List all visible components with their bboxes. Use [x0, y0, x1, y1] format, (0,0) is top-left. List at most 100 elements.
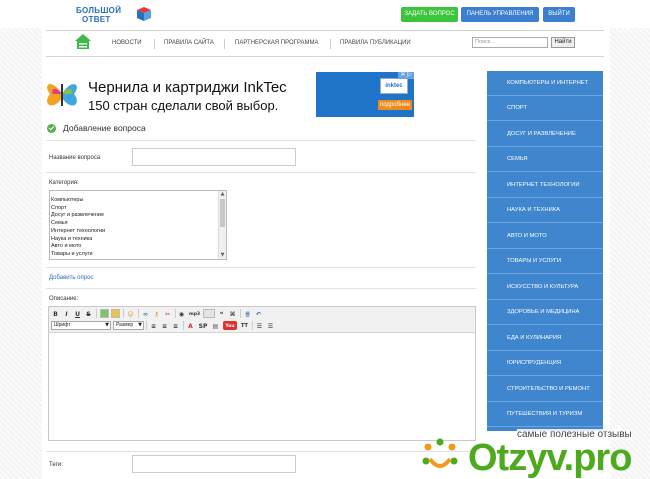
sidebar-item-law[interactable]: ЮРИСПРУДЕНЦИЯ [487, 351, 603, 376]
italic-icon[interactable]: I [62, 309, 71, 318]
format-icon[interactable]: ▤ [211, 321, 220, 330]
site-logo[interactable]: БОЛЬШОЙ ОТВЕТ [76, 4, 166, 26]
sidebar-item-auto[interactable]: АВТО И МОТО [487, 224, 603, 249]
chevron-down-icon: ▼ [138, 322, 142, 328]
category-sidebar: КОМПЬЮТЕРЫ И ИНТЕРНЕТ СПОРТ ДОСУГ И РАЗВ… [487, 71, 603, 431]
folder-icon[interactable] [111, 309, 120, 318]
unlink-icon[interactable]: ✂ [163, 309, 172, 318]
editor-toolbar: B I U S ☺ ∞ ⚷ ✂ ◉ mp3 ❝ ⌘ ≣ ↶ Шрифт ▼ Ра… [49, 307, 475, 333]
ad-banner[interactable]: Чернила и картриджи InkTec 150 стран сде… [44, 72, 414, 117]
toolbar-separator [123, 309, 124, 318]
toolbar-separator [96, 309, 97, 318]
spoiler-icon[interactable]: SP [197, 321, 209, 330]
text-color-icon[interactable]: A [186, 321, 195, 330]
toolbar-separator [252, 321, 253, 330]
align-left-icon[interactable]: ≡ [149, 321, 158, 330]
undo-icon[interactable]: ↶ [254, 309, 263, 318]
control-panel-button[interactable]: ПАНЕЛЬ УПРАВЛЕНИЯ [461, 7, 539, 22]
key-icon[interactable]: ⚷ [152, 309, 161, 318]
quote-icon[interactable]: ❝ [217, 309, 226, 318]
logout-button[interactable]: ВЫЙТИ [543, 7, 575, 22]
top-bar: БОЛЬШОЙ ОТВЕТ ЗАДАТЬ ВОПРОС ПАНЕЛЬ УПРАВ… [0, 0, 650, 28]
nav-item-partner-program[interactable]: ПАРТНЕРСКАЯ ПРОГРАММА [235, 40, 319, 46]
category-option[interactable]: Семья [51, 220, 105, 228]
youtube-icon[interactable]: You [223, 321, 237, 330]
image-icon[interactable] [100, 309, 109, 318]
main-nav: НОВОСТИ ПРАВИЛА САЙТА ПАРТНЕРСКАЯ ПРОГРА… [46, 31, 604, 56]
smiley-icon[interactable]: ☺ [126, 309, 135, 318]
ad-title: Чернила и картриджи InkTec [88, 79, 287, 96]
align-right-icon[interactable]: ≡ [171, 321, 180, 330]
teletype-icon[interactable]: TT [239, 321, 250, 330]
rich-text-editor[interactable]: B I U S ☺ ∞ ⚷ ✂ ◉ mp3 ❝ ⌘ ≣ ↶ Шрифт ▼ Ра… [48, 306, 476, 441]
category-option[interactable]: Наука и техника [51, 236, 105, 244]
otzyv-watermark: самые полезные отзывы Otzyv.pro [418, 427, 650, 479]
strikethrough-icon[interactable]: S [84, 309, 93, 318]
nav-item-publication-rules[interactable]: ПРАВИЛА ПУБЛИКАЦИИ [340, 40, 411, 46]
ask-question-button[interactable]: ЗАДАТЬ ВОПРОС [401, 7, 458, 22]
sidebar-item-travel[interactable]: ПУТЕШЕСТВИЯ И ТУРИЗМ [487, 402, 603, 427]
category-option[interactable]: Авто и мото [51, 243, 105, 251]
logo-text-line2: ОТВЕТ [82, 15, 111, 24]
list-icon[interactable]: ≣ [243, 309, 252, 318]
size-select[interactable]: Размер ▼ [113, 321, 144, 330]
search-input[interactable]: Поиск... [472, 37, 548, 48]
logo-cube-icon [137, 7, 151, 21]
divider [46, 288, 476, 289]
size-select-value: Размер [116, 322, 134, 328]
check-icon [47, 124, 56, 133]
sidebar-item-goods[interactable]: ТОВАРЫ И УСЛУГИ [487, 249, 603, 274]
link-icon[interactable]: ∞ [141, 309, 150, 318]
sidebar-item-health[interactable]: ЗДОРОВЬЕ И МЕДИЦИНА [487, 300, 603, 325]
scroll-down-icon[interactable]: ▼ [219, 252, 226, 259]
scroll-up-icon[interactable]: ▲ [219, 191, 226, 198]
sidebar-item-sport[interactable]: СПОРТ [487, 96, 603, 121]
scrollbar-thumb[interactable] [220, 199, 225, 227]
mp3-icon[interactable]: mp3 [188, 309, 201, 318]
search-button[interactable]: Найти [551, 37, 575, 48]
sidebar-item-food[interactable]: ЕДА И КУЛИНАРИЯ [487, 326, 603, 351]
sidebar-item-leisure[interactable]: ДОСУГ И РАЗВЛЕЧЕНИЕ [487, 122, 603, 147]
toolbar-separator [183, 321, 184, 330]
home-icon[interactable] [74, 33, 92, 51]
category-option[interactable]: Досуг и развлечение [51, 212, 105, 220]
tags-input[interactable] [132, 455, 296, 473]
category-option[interactable]: Интернет технологии [51, 228, 105, 236]
question-title-input[interactable] [132, 148, 296, 166]
code-icon[interactable]: ⌘ [228, 309, 237, 318]
question-title-label: Название вопроса [49, 155, 101, 161]
logo-text-line1: БОЛЬШОЙ [76, 6, 122, 15]
bulleted-list-icon[interactable]: ☰ [255, 321, 264, 330]
media-icon[interactable]: ◉ [177, 309, 186, 318]
otzyv-logo-icon [422, 438, 458, 468]
right-background-pattern [610, 0, 650, 479]
align-center-icon[interactable]: ≡ [160, 321, 169, 330]
sidebar-item-family[interactable]: СЕМЬЯ [487, 147, 603, 172]
ad-close-icon[interactable]: ✕ ▷ [398, 72, 414, 79]
add-poll-link[interactable]: Добавить опрос [49, 275, 93, 281]
divider [46, 267, 476, 268]
sidebar-item-science[interactable]: НАУКА И ТЕХНИКА [487, 198, 603, 223]
sidebar-item-construction[interactable]: СТРОИТЕЛЬСТВО И РЕМОНТ [487, 377, 603, 402]
video-icon[interactable] [203, 309, 215, 318]
category-option[interactable]: Компьютеры [51, 197, 105, 205]
nav-item-news[interactable]: НОВОСТИ [112, 40, 142, 46]
sidebar-item-computers[interactable]: КОМПЬЮТЕРЫ И ИНТЕРНЕТ [487, 71, 603, 96]
left-background-pattern [0, 0, 42, 479]
ad-more-button[interactable]: подробнее [378, 100, 412, 110]
category-option[interactable]: Товары и услуги [51, 251, 105, 259]
ad-brand-panel: inktec подробнее ✕ ▷ [316, 72, 414, 117]
chevron-down-icon: ▼ [105, 322, 109, 328]
otzyv-wordmark: Otzyv.pro [468, 437, 632, 479]
font-select[interactable]: Шрифт ▼ [51, 321, 111, 330]
underline-icon[interactable]: U [73, 309, 82, 318]
font-select-value: Шрифт [54, 322, 71, 328]
category-option[interactable]: Спорт [51, 205, 105, 213]
numbered-list-icon[interactable]: ☰ [266, 321, 275, 330]
category-listbox[interactable]: Компьютеры Спорт Досуг и развлечение Сем… [49, 190, 227, 260]
nav-item-site-rules[interactable]: ПРАВИЛА САЙТА [164, 40, 214, 46]
sidebar-item-internet-tech[interactable]: ИНТЕРНЕТ ТЕХНОЛОГИИ [487, 173, 603, 198]
bold-icon[interactable]: B [51, 309, 60, 318]
sidebar-item-art[interactable]: ИСКУССТВО И КУЛЬТУРА [487, 275, 603, 300]
category-scrollbar[interactable]: ▲ ▼ [218, 191, 226, 259]
